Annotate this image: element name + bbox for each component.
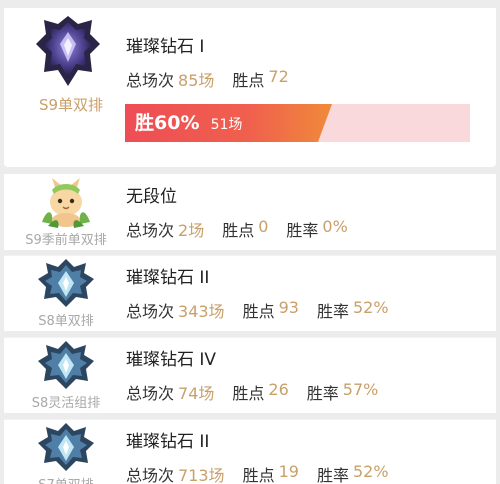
rank-tier: 璀璨钻石 II <box>126 268 210 288</box>
league-points-label: 胜点 <box>232 384 265 403</box>
rank-tier: 无段位 <box>126 187 177 207</box>
win-rate-value: 0% <box>322 217 348 236</box>
league-points-value: 26 <box>268 380 289 399</box>
diamond-emblem-icon <box>34 257 98 309</box>
unranked-cat-emblem-icon <box>34 176 98 228</box>
win-rate-label: 胜率 <box>316 302 349 321</box>
divider <box>4 337 496 338</box>
queue-label: S9单双排 <box>38 96 104 114</box>
total-games-value: 85场 <box>178 71 215 90</box>
rank-tier: 璀璨钻石 IV <box>126 350 217 370</box>
rank-card-s8-flex[interactable]: S8灵活组排 璀璨钻石 IV 总场次 74场 胜点 26 胜率 57% <box>4 337 496 413</box>
total-games-value: 74场 <box>178 384 215 403</box>
win-rate-bar: 胜60% 51场 <box>125 104 470 142</box>
total-games-label: 总场次 <box>126 221 175 240</box>
rank-history-list: S9单双排 璀璨钻石 I 总场次 85场 胜点 72 胜60% 51场 S9季前… <box>0 0 500 484</box>
total-games-label: 总场次 <box>126 384 175 403</box>
wins-count: 51场 <box>210 117 243 133</box>
total-games-label: 总场次 <box>126 71 175 90</box>
league-points-value: 0 <box>258 217 269 236</box>
rank-stats: 总场次 2场 胜点 0 胜率 0% <box>126 217 366 241</box>
diamond-dark-emblem-icon <box>32 14 104 88</box>
win-rate-bar-text: 胜60% 51场 <box>135 104 242 142</box>
diamond-emblem-icon <box>34 339 98 391</box>
rank-stats: 总场次 85场 胜点 72 <box>126 67 307 91</box>
win-rate-label: 胜率 <box>286 221 319 240</box>
win-rate-value: 57% <box>342 380 379 399</box>
rank-card-s8-solo[interactable]: S8单双排 璀璨钻石 II 总场次 343场 胜点 93 胜率 52% <box>4 255 496 331</box>
win-rate-value: 52% <box>352 462 389 481</box>
rank-card-s7-solo[interactable]: S7单双排 璀璨钻石 II 总场次 713场 胜点 19 胜率 52% <box>4 419 496 484</box>
total-games-label: 总场次 <box>126 466 175 484</box>
league-points-value: 19 <box>278 462 299 481</box>
diamond-emblem-icon <box>34 421 98 473</box>
total-games-label: 总场次 <box>126 302 175 321</box>
total-games-value: 713场 <box>178 466 225 484</box>
rank-stats: 总场次 713场 胜点 19 胜率 52% <box>126 462 407 484</box>
queue-label: S9季前单双排 <box>25 233 107 248</box>
win-rate-label: 胜率 <box>306 384 339 403</box>
league-points-label: 胜点 <box>242 302 275 321</box>
league-points-label: 胜点 <box>232 71 265 90</box>
league-points-label: 胜点 <box>242 466 275 484</box>
league-points-label: 胜点 <box>222 221 255 240</box>
rank-stats: 总场次 74场 胜点 26 胜率 57% <box>126 380 396 404</box>
win-rate-value: 52% <box>352 298 389 317</box>
queue-label: S7单双排 <box>4 474 128 484</box>
rank-tier: 璀璨钻石 I <box>126 37 205 57</box>
win-rate-percent: 胜60% <box>135 112 200 134</box>
rank-tier: 璀璨钻石 II <box>126 432 210 452</box>
divider <box>4 255 496 256</box>
win-rate-label: 胜率 <box>316 466 349 484</box>
league-points-value: 72 <box>268 67 289 86</box>
total-games-value: 343场 <box>178 302 225 321</box>
divider <box>4 419 496 420</box>
total-games-value: 2场 <box>178 221 205 240</box>
league-points-value: 93 <box>278 298 299 317</box>
rank-card-s9-solo[interactable]: S9单双排 璀璨钻石 I 总场次 85场 胜点 72 胜60% 51场 <box>4 8 496 167</box>
queue-label: S8单双排 <box>38 314 94 329</box>
rank-card-s9-preseason[interactable]: S9季前单双排 无段位 总场次 2场 胜点 0 胜率 0% <box>4 174 496 250</box>
rank-stats: 总场次 343场 胜点 93 胜率 52% <box>126 298 407 322</box>
queue-label: S8灵活组排 <box>31 396 101 411</box>
